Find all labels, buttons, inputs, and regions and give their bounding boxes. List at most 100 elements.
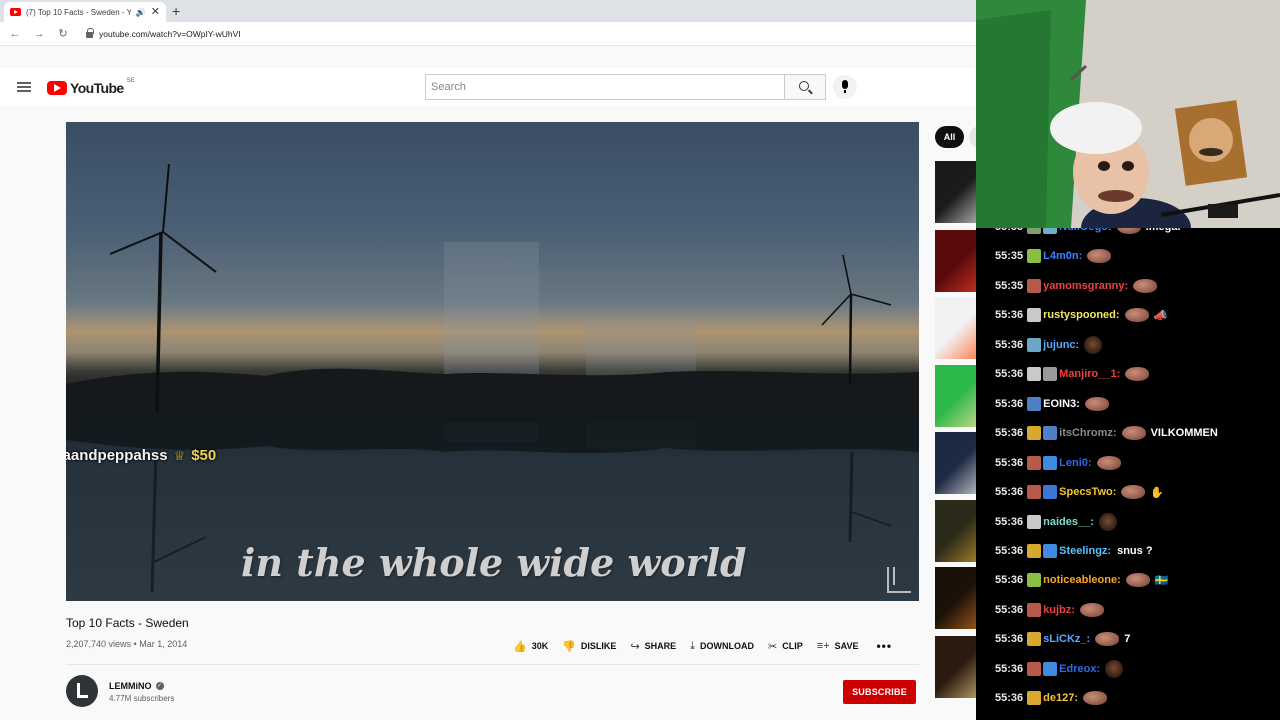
chat-timestamp: 55:36: [995, 368, 1024, 381]
chat-badge-icon: [1043, 455, 1058, 470]
hamburger-menu-icon[interactable]: [17, 82, 31, 92]
chat-username[interactable]: noticeableone:: [1043, 574, 1121, 586]
chat-message: 55:35 NullOego: .mega.: [995, 228, 1181, 237]
chat-text: ✋: [1150, 486, 1165, 499]
face-emote-icon: [1084, 335, 1103, 354]
chat-badge-icon: [1043, 485, 1058, 500]
chat-timestamp: 55:35: [995, 250, 1024, 263]
donation-alert: Killeanmaandpeppahss ♕ $50: [66, 447, 216, 464]
close-tab-icon[interactable]: ✕: [151, 6, 160, 18]
chat-username[interactable]: yamomsgranny:: [1043, 280, 1128, 292]
address-bar[interactable]: youtube.com/watch?v=OWpIY-wUhVI: [86, 28, 241, 39]
recommendation-thumbnail[interactable]: [935, 432, 976, 494]
video-frame: [66, 163, 919, 593]
clip-label: CLIP: [782, 641, 803, 651]
video-player[interactable]: Killeanmaandpeppahss ♕ $50 in the whole …: [66, 122, 919, 601]
chat-badge-icon: [1027, 278, 1042, 293]
url-text: youtube.com/watch?v=OWpIY-wUhVI: [99, 28, 241, 39]
chat-username[interactable]: SpecsTwo:: [1059, 486, 1116, 498]
chat-message: 55:36 de127:: [995, 688, 1109, 708]
chat-badge-icon: [1027, 485, 1042, 500]
recommendation-thumbnail[interactable]: [935, 297, 976, 359]
dislike-button[interactable]: 👎 DISLIKE: [562, 640, 616, 653]
filter-chip-all[interactable]: All: [935, 126, 964, 148]
chat-username[interactable]: kujbz:: [1043, 604, 1075, 616]
twitch-chat: 55:35 NullOego: .mega. 55:35 L4m0n: 55:35 yamo…: [993, 228, 1280, 720]
chat-username[interactable]: itsChromz:: [1059, 427, 1116, 439]
recommendation-thumbnail[interactable]: [935, 636, 976, 698]
chat-badge-icon: [1027, 514, 1042, 529]
youtube-logo[interactable]: YouTube SE: [47, 78, 135, 96]
chat-username[interactable]: de127:: [1043, 692, 1078, 704]
channel-watermark-icon: [887, 567, 911, 593]
chat-username[interactable]: sLiCKz_:: [1043, 633, 1090, 645]
chat-badge-icon: [1043, 426, 1058, 441]
chat-message: 55:36 jujunc:: [995, 335, 1104, 355]
dislike-label: DISLIKE: [580, 641, 617, 651]
chat-message: 55:36 noticeableone: 🇸🇪: [995, 570, 1168, 590]
chat-message: 55:35 L4m0n:: [995, 246, 1113, 266]
recommendation-thumbnail[interactable]: [935, 365, 976, 427]
pepe-emote-icon: [1124, 308, 1149, 323]
download-icon: ⤓: [690, 639, 696, 652]
chat-username[interactable]: rustyspooned:: [1043, 309, 1119, 321]
recommendation-thumbnail[interactable]: [935, 161, 976, 223]
more-options-icon[interactable]: •••: [876, 639, 892, 653]
verified-check-icon: ✓: [155, 682, 164, 690]
channel-avatar[interactable]: [66, 675, 98, 707]
chat-message: 55:36 Edreox:: [995, 659, 1125, 679]
chat-username[interactable]: NullOego:: [1059, 228, 1112, 233]
new-tab-icon[interactable]: +: [172, 3, 180, 19]
chat-text: .mega.: [1146, 228, 1181, 233]
recommendation-thumbnail[interactable]: [935, 230, 976, 292]
video-actions: 👍 30K 👎 DISLIKE ↪ SHARE ⤓ DOWNLOAD ✂ CLI…: [513, 639, 892, 653]
chat-badge-icon: [1027, 337, 1042, 352]
tab-title: (7) Top 10 Facts - Sweden - Y: [26, 7, 131, 17]
chat-username[interactable]: naides__:: [1043, 516, 1094, 528]
share-button[interactable]: ↪ SHARE: [630, 640, 676, 653]
webcam-feed: [976, 0, 1280, 228]
reload-icon[interactable]: ↻: [56, 27, 70, 40]
chat-text: 7: [1124, 633, 1131, 646]
video-title: Top 10 Facts - Sweden: [66, 616, 189, 630]
browser-tab[interactable]: (7) Top 10 Facts - Sweden - Y 🔊 ✕: [4, 2, 166, 22]
scissors-icon: ✂: [768, 640, 778, 653]
chat-username[interactable]: Edreox:: [1059, 663, 1100, 675]
chat-badge-icon: [1027, 691, 1042, 706]
search-input[interactable]: [426, 75, 784, 99]
save-label: SAVE: [834, 641, 859, 651]
pepe-emote-icon: [1121, 426, 1146, 441]
forward-arrow-icon[interactable]: →: [32, 28, 46, 40]
download-button[interactable]: ⤓ DOWNLOAD: [690, 640, 754, 653]
save-button[interactable]: ≡+ SAVE: [817, 640, 859, 652]
tab-strip: (7) Top 10 Facts - Sweden - Y 🔊 ✕ +: [0, 0, 976, 22]
chat-username[interactable]: Manjiro__1:: [1059, 368, 1120, 380]
channel-name-row[interactable]: LEMMiNO ✓: [109, 681, 164, 691]
youtube-header: YouTube SE: [0, 68, 976, 106]
chat-badge-icon: [1027, 308, 1042, 323]
thumbs-up-icon: 👍: [513, 640, 527, 653]
search-button[interactable]: [784, 74, 826, 100]
chat-timestamp: 55:36: [995, 486, 1024, 499]
voice-search-button[interactable]: [833, 75, 857, 99]
microphone-icon: [842, 80, 848, 93]
recommendation-thumbnail[interactable]: [935, 567, 976, 629]
recommendation-thumbnail[interactable]: [935, 500, 976, 562]
clip-button[interactable]: ✂ CLIP: [768, 640, 803, 653]
chat-message: 55:36 Manjiro__1:: [995, 364, 1151, 384]
chat-message: 55:36 EOIN3:: [995, 394, 1111, 414]
chat-message: 55:36 rustyspooned: 📣: [995, 305, 1167, 325]
chat-username[interactable]: Steelingz:: [1059, 545, 1111, 557]
channel-name: LEMMiNO: [109, 681, 152, 691]
chat-username[interactable]: Leni0:: [1059, 457, 1091, 469]
back-arrow-icon[interactable]: ←: [8, 28, 22, 40]
chat-text: 📣: [1153, 309, 1168, 322]
youtube-favicon-icon: [10, 8, 21, 16]
chat-username[interactable]: EOIN3:: [1043, 398, 1080, 410]
subscribe-button[interactable]: SUBSCRIBE: [843, 680, 916, 704]
chat-username[interactable]: jujunc:: [1043, 339, 1079, 351]
like-button[interactable]: 👍 30K: [513, 640, 548, 653]
chat-username[interactable]: L4m0n:: [1043, 250, 1082, 262]
speaker-icon[interactable]: 🔊: [136, 8, 146, 17]
filter-chip[interactable]: [969, 126, 976, 148]
